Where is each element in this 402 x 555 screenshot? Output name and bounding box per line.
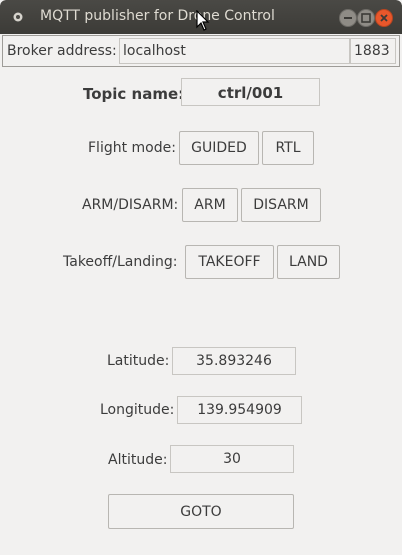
altitude-field[interactable]: 30 [170,445,294,473]
flight-mode-label: Flight mode: [88,140,176,156]
latitude-field[interactable]: 35.893246 [172,347,296,375]
goto-button[interactable]: GOTO [108,494,294,529]
app-icon [13,12,23,22]
close-button[interactable] [375,9,393,27]
broker-port-field[interactable]: 1883 [350,38,396,64]
longitude-field[interactable]: 139.954909 [177,396,302,424]
cursor-icon [196,10,210,31]
broker-host-field[interactable]: localhost [119,38,350,64]
broker-row: Broker address: localhost 1883 [2,35,400,67]
broker-address-label: Broker address: [7,43,117,59]
latitude-label: Latitude: [107,353,170,369]
takeoff-button[interactable]: TAKEOFF [185,245,274,279]
window-title: MQTT publisher for Drone Control [40,8,275,24]
minimize-button[interactable] [339,9,357,27]
minimize-icon [344,17,352,19]
arm-button[interactable]: ARM [182,188,238,222]
land-button[interactable]: LAND [277,245,340,279]
disarm-button[interactable]: DISARM [241,188,321,222]
close-icon [380,14,388,22]
maximize-icon [361,13,371,23]
arm-disarm-label: ARM/DISARM: [82,197,179,213]
altitude-label: Altitude: [108,452,168,468]
guided-button[interactable]: GUIDED [179,131,259,165]
maximize-button[interactable] [357,9,375,27]
app-window: MQTT publisher for Drone Control Broker … [0,0,402,555]
takeoff-landing-label: Takeoff/Landing: [63,254,178,270]
rtl-button[interactable]: RTL [262,131,314,165]
topic-name-label: Topic name: [83,85,185,103]
longitude-label: Longitude: [100,402,175,418]
topic-name-field[interactable]: ctrl/001 [181,78,320,106]
